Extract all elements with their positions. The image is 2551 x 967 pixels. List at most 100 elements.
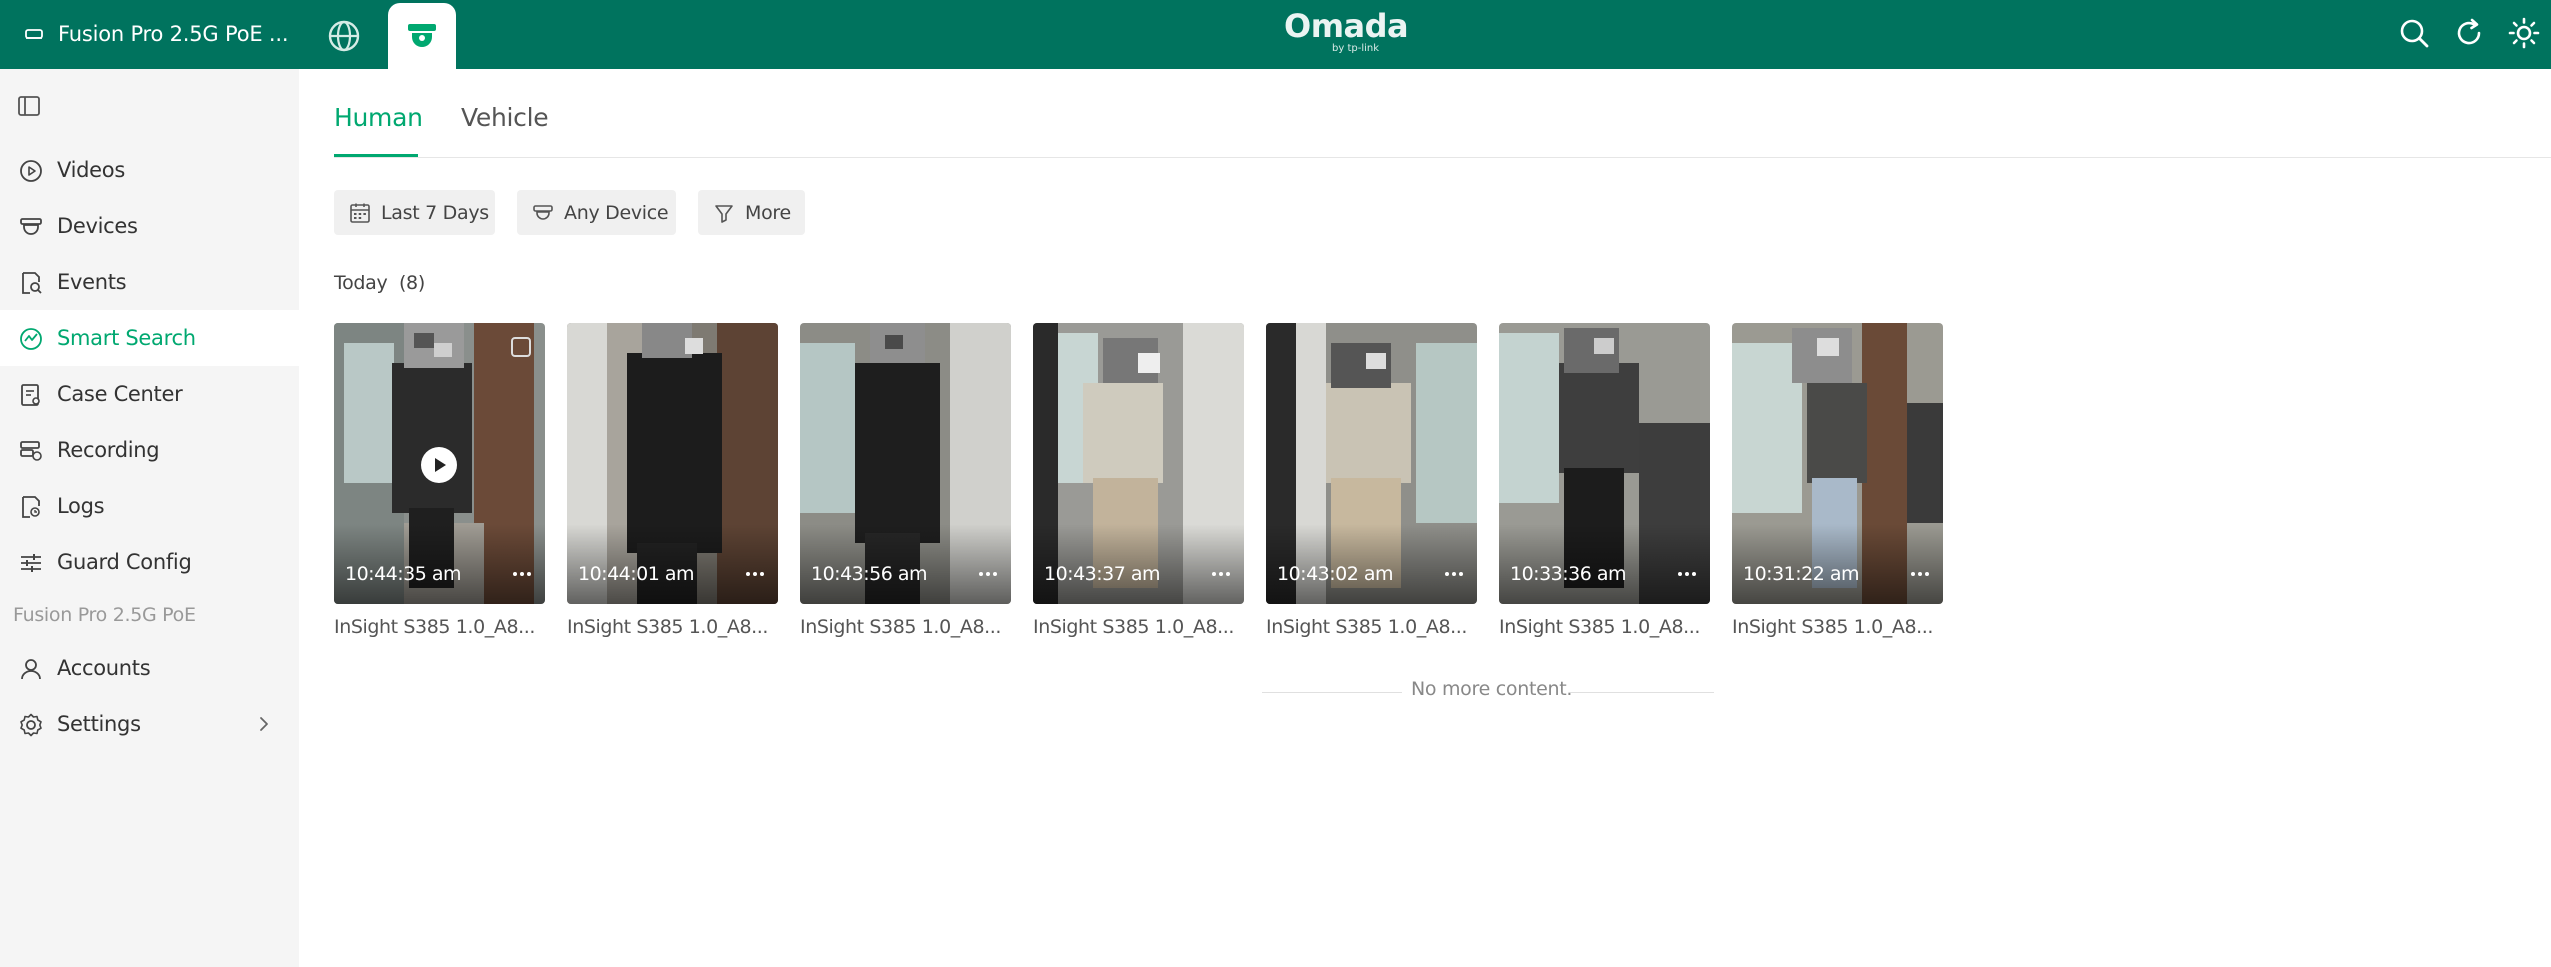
result-thumbnail[interactable]: 10:44:01 am (567, 323, 778, 604)
refresh-icon (2457, 18, 2481, 45)
sidebar-item-accounts[interactable]: Accounts (0, 640, 299, 696)
more-icon[interactable] (977, 567, 999, 581)
more-icon[interactable] (511, 567, 533, 581)
sidebar-item-recording[interactable]: Recording (0, 422, 299, 478)
sidebar-item-label: Settings (57, 712, 141, 736)
sidebar-item-videos[interactable]: Videos (0, 142, 299, 198)
camera-name: InSight S385 1.0_A8... (1033, 616, 1235, 638)
collapse-sidebar-button[interactable] (16, 93, 42, 119)
camera-name: InSight S385 1.0_A8... (1499, 616, 1701, 638)
omada-logo: Omada by tp-link (1284, 7, 1409, 54)
sidebar-section-label: Fusion Pro 2.5G PoE (13, 604, 196, 626)
site-selector[interactable]: Fusion Pro 2.5G PoE ... (24, 16, 289, 52)
logs-icon (22, 496, 40, 518)
sidebar-item-label: Recording (57, 438, 160, 462)
capture-time: 10:44:35 am (345, 563, 462, 585)
sidebar: Videos Devices Events Smart Search Case … (0, 69, 299, 967)
more-icon[interactable] (1210, 567, 1232, 581)
capture-time: 10:44:01 am (578, 563, 695, 585)
camera-name: InSight S385 1.0_A8... (1266, 616, 1468, 638)
camera-name: InSight S385 1.0_A8... (1732, 616, 1934, 638)
top-bar: Fusion Pro 2.5G PoE ... Omada by tp-link (0, 0, 2551, 69)
search-button[interactable] (2397, 16, 2431, 50)
sidebar-item-logs[interactable]: Logs (0, 478, 299, 534)
capture-time: 10:33:36 am (1510, 563, 1627, 585)
sidebar-item-events[interactable]: Events (0, 254, 299, 310)
more-icon[interactable] (1443, 567, 1465, 581)
filter-label: More (745, 201, 791, 224)
filter-label: Last 7 Days (381, 201, 489, 224)
group-header-today: Today (8) (334, 272, 425, 294)
select-checkbox[interactable] (511, 337, 531, 357)
sidebar-item-label: Logs (57, 494, 105, 518)
globe-button[interactable] (326, 18, 362, 54)
theme-button[interactable] (2507, 16, 2541, 50)
play-icon[interactable] (420, 446, 458, 484)
result-card[interactable]: 10:44:35 am InSight S385 1.0_A8... (334, 323, 545, 638)
capture-time: 10:31:22 am (1743, 563, 1860, 585)
user-icon (21, 659, 41, 680)
smart-search-icon (20, 328, 42, 350)
group-count: (8) (398, 272, 425, 294)
result-thumbnail[interactable]: 10:43:56 am (800, 323, 1011, 604)
camera-name: InSight S385 1.0_A8... (800, 616, 1002, 638)
sidebar-item-label: Smart Search (57, 326, 196, 350)
capture-time: 10:43:02 am (1277, 563, 1394, 585)
sidebar-item-settings[interactable]: Settings (0, 696, 299, 752)
sidebar-item-label: Accounts (57, 656, 151, 680)
event-search-icon (22, 272, 42, 294)
no-more-text: No more content. (1411, 678, 1573, 700)
result-thumbnail[interactable]: 10:43:37 am (1033, 323, 1244, 604)
sidebar-item-guard-config[interactable]: Guard Config (0, 534, 299, 590)
result-thumbnail[interactable]: 10:43:02 am (1266, 323, 1477, 604)
sidebar-item-label: Case Center (57, 382, 183, 406)
result-card[interactable]: 10:43:56 am InSight S385 1.0_A8... (800, 323, 1011, 638)
device-filter[interactable]: Any Device (517, 190, 676, 235)
sliders-icon (21, 554, 41, 572)
sidebar-item-case-center[interactable]: Case Center (0, 366, 299, 422)
recording-icon (20, 441, 42, 461)
more-icon[interactable] (744, 567, 766, 581)
more-icon[interactable] (1909, 567, 1931, 581)
gear-icon (20, 713, 42, 737)
group-title: Today (334, 272, 388, 294)
filter-label: Any Device (564, 201, 669, 224)
date-range-filter[interactable]: Last 7 Days (334, 190, 495, 235)
result-card[interactable]: 10:31:22 am InSight S385 1.0_A8... (1732, 323, 1943, 638)
sidebar-item-label: Guard Config (57, 550, 192, 574)
result-card[interactable]: 10:43:37 am InSight S385 1.0_A8... (1033, 323, 1244, 638)
no-more-content: No more content. (1262, 678, 1714, 706)
sidebar-item-label: Videos (57, 158, 125, 182)
sidebar-item-label: Devices (57, 214, 138, 238)
camera-name: InSight S385 1.0_A8... (567, 616, 769, 638)
more-filter[interactable]: More (698, 190, 805, 235)
tab-human[interactable]: Human (334, 103, 423, 132)
result-card[interactable]: 10:44:01 am InSight S385 1.0_A8... (567, 323, 778, 638)
sidebar-item-devices[interactable]: Devices (0, 198, 299, 254)
camera-icon (533, 204, 553, 220)
camera-icon (20, 218, 42, 235)
result-thumbnail[interactable]: 10:33:36 am (1499, 323, 1710, 604)
camera-name: InSight S385 1.0_A8... (334, 616, 536, 638)
play-circle-icon (20, 160, 42, 182)
calendar-icon (350, 203, 370, 223)
router-icon (25, 29, 43, 39)
refresh-button[interactable] (2452, 16, 2486, 50)
sidebar-item-smart-search[interactable]: Smart Search (0, 310, 299, 366)
search-icon (2400, 19, 2429, 48)
site-name: Fusion Pro 2.5G PoE ... (58, 22, 289, 46)
more-icon[interactable] (1676, 567, 1698, 581)
sidebar-toggle-icon (18, 96, 40, 116)
case-icon (21, 384, 40, 406)
result-thumbnail[interactable]: 10:44:35 am (334, 323, 545, 604)
chevron-right-icon (260, 717, 268, 731)
result-card[interactable]: 10:33:36 am InSight S385 1.0_A8... (1499, 323, 1710, 638)
tabs-divider (334, 157, 2551, 158)
result-card[interactable]: 10:43:02 am InSight S385 1.0_A8... (1266, 323, 1477, 638)
capture-time: 10:43:37 am (1044, 563, 1161, 585)
sidebar-item-label: Events (57, 270, 127, 294)
surveillance-tab[interactable] (388, 3, 456, 69)
tab-vehicle[interactable]: Vehicle (461, 103, 549, 132)
result-thumbnail[interactable]: 10:31:22 am (1732, 323, 1943, 604)
globe-icon (328, 20, 360, 52)
